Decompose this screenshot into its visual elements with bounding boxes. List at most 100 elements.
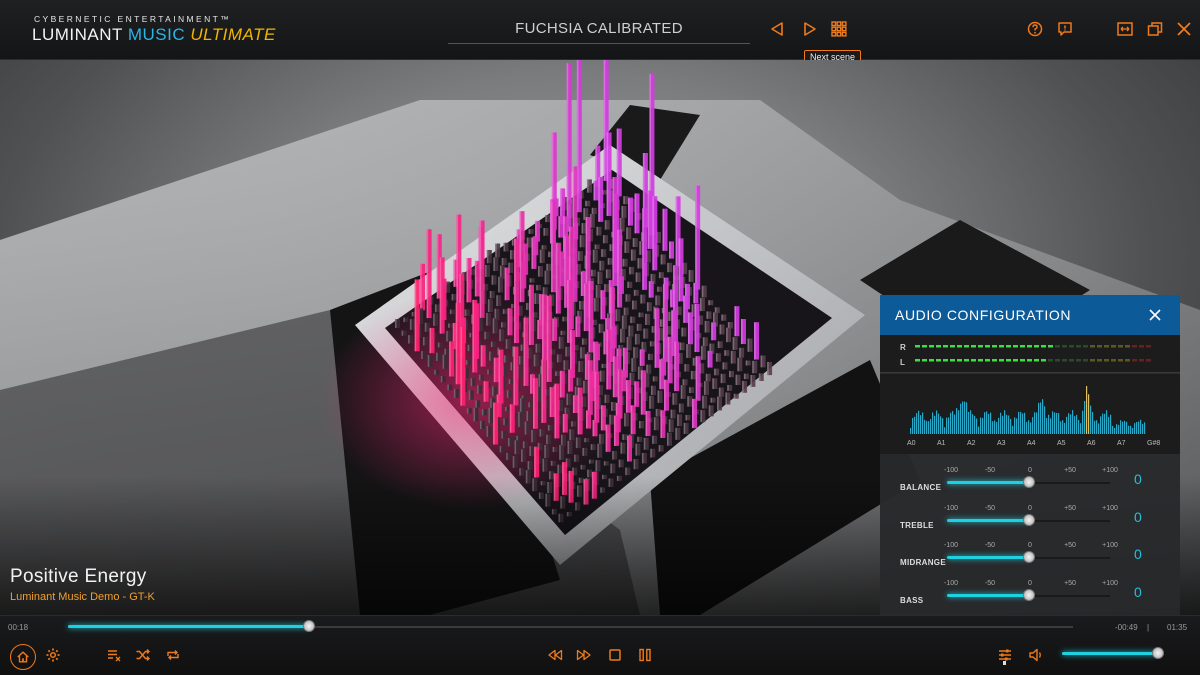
vu-segment — [1048, 359, 1053, 362]
vu-segment — [964, 345, 969, 348]
next-scene-button[interactable] — [800, 19, 820, 39]
spectrum-bar — [916, 413, 918, 434]
panel-close-button[interactable] — [1146, 306, 1164, 324]
spectrum-bar — [1102, 413, 1104, 434]
pause-button[interactable] — [634, 644, 656, 666]
spectrum-bar — [1110, 414, 1112, 434]
spectrum-bar — [932, 412, 934, 434]
spectrum-bar — [1054, 412, 1056, 434]
note-label: A2 — [967, 440, 976, 447]
spectrum-bar — [1094, 420, 1096, 434]
mute-button[interactable] — [1025, 644, 1047, 666]
spectrum-bar — [980, 417, 982, 434]
note-label: A1 — [937, 440, 946, 447]
close-icon — [1149, 309, 1161, 321]
seek-handle[interactable] — [303, 620, 316, 632]
pause-icon — [639, 648, 651, 662]
vu-segment — [929, 345, 934, 348]
vu-segment — [1027, 345, 1032, 348]
close-app-button[interactable] — [1174, 19, 1194, 39]
playback-bar: 00:18 -00:49 | 01:35 — [0, 615, 1200, 675]
vu-segment — [1006, 359, 1011, 362]
rewind-button[interactable] — [544, 644, 566, 666]
spectrum-bar — [1066, 416, 1068, 434]
repeat-icon — [167, 650, 179, 660]
spectrum-bar — [912, 417, 914, 434]
playlist-button[interactable] — [103, 644, 125, 666]
volume-handle[interactable] — [1151, 647, 1164, 659]
fast-forward-button[interactable] — [573, 644, 595, 666]
spectrum-bar — [1140, 419, 1142, 434]
spectrum-bar — [994, 420, 996, 434]
eq-tick-label: +50 — [1064, 467, 1076, 474]
shuffle-button[interactable] — [132, 644, 154, 666]
vu-segment — [1139, 359, 1144, 362]
help-button[interactable] — [1025, 19, 1045, 39]
vu-meter: R L — [880, 335, 1180, 373]
fit-window-button[interactable] — [1115, 19, 1135, 39]
spectrum-bar — [1106, 410, 1108, 434]
eq-slider-handle[interactable] — [1022, 476, 1035, 488]
eq-tick-label: +100 — [1102, 579, 1118, 587]
restore-window-button[interactable] — [1145, 19, 1165, 39]
note-label: A7 — [1117, 440, 1126, 447]
spectrum-bar — [1118, 424, 1120, 434]
vu-segment — [1020, 359, 1025, 362]
stop-icon — [609, 649, 621, 661]
eq-slider-handle[interactable] — [1022, 588, 1035, 601]
eq-tick-label: 0 — [1028, 504, 1032, 512]
vu-segment — [1006, 345, 1011, 348]
eq-tick-label: 0 — [1028, 579, 1032, 587]
spectrum-bar — [1010, 418, 1012, 434]
question-circle-icon — [1027, 21, 1043, 37]
vu-segment — [1027, 359, 1032, 362]
eq-row-midrange: -100 -50 0 +50 +100 MIDRANGE 0 — [880, 542, 1180, 580]
scenes-grid-button[interactable] — [829, 19, 849, 39]
stop-button[interactable] — [604, 644, 626, 666]
spectrum-bar — [998, 417, 1000, 434]
repeat-button[interactable] — [162, 644, 184, 666]
spectrum-bar — [938, 413, 940, 434]
app-logo: CYBERNETIC ENTERTAINMENT™ LUMINANT MUSIC… — [32, 14, 282, 46]
spectrum-bar — [1088, 394, 1090, 434]
feedback-button[interactable] — [1055, 19, 1075, 39]
spectrum-bar — [984, 412, 986, 434]
vu-segment — [1118, 359, 1123, 362]
vu-segment — [957, 359, 962, 362]
spectrum-bar — [922, 412, 924, 434]
spectrum-bar — [920, 415, 922, 434]
spectrum-bar — [966, 402, 968, 434]
panel-title: AUDIO CONFIGURATION — [895, 307, 1072, 323]
eq-row-treble: -100 -50 0 +50 +100 TREBLE 0 — [880, 505, 1180, 543]
vu-segment — [1104, 359, 1109, 362]
vu-bars — [915, 345, 1151, 362]
prev-scene-button[interactable] — [767, 19, 787, 39]
eq-label: MIDRANGE — [900, 558, 946, 567]
audio-configuration-panel: AUDIO CONFIGURATION R L A0 A1 A2 A3 A4 A5 A6 A7… — [880, 295, 1180, 615]
eq-slider-handle[interactable] — [1022, 551, 1035, 563]
spectrum-bar — [972, 414, 974, 434]
spectrum-bar — [1012, 425, 1014, 434]
spectrum-bar — [1020, 411, 1022, 434]
spectrum-bar — [1024, 412, 1026, 434]
settings-button[interactable] — [42, 644, 64, 666]
logo-product: LUMINANT MUSIC ULTIMATE — [32, 25, 276, 45]
spectrum-bar — [1056, 412, 1058, 434]
spectrum-analyzer: A0 A1 A2 A3 A4 A5 A6 A7 G#8 — [880, 374, 1180, 454]
eq-tick-label: +100 — [1102, 542, 1118, 549]
spectrum-bar — [952, 411, 954, 434]
home-button[interactable] — [10, 644, 36, 670]
eq-tick-label: 0 — [1028, 467, 1032, 474]
spectrum-bar — [1036, 412, 1038, 434]
eq-slider-handle[interactable] — [1022, 513, 1035, 526]
spectrum-bar — [996, 421, 998, 434]
vu-segment — [943, 359, 948, 362]
vu-segment — [1013, 359, 1018, 362]
vu-segment — [978, 359, 983, 362]
spectrum-bar — [1142, 424, 1144, 434]
eq-slider-fill — [947, 518, 1029, 522]
seek-progress — [68, 625, 310, 628]
spectrum-bar — [1034, 412, 1036, 434]
remaining-time: -00:49 — [1115, 623, 1138, 632]
spectrum-bar — [1078, 419, 1080, 434]
